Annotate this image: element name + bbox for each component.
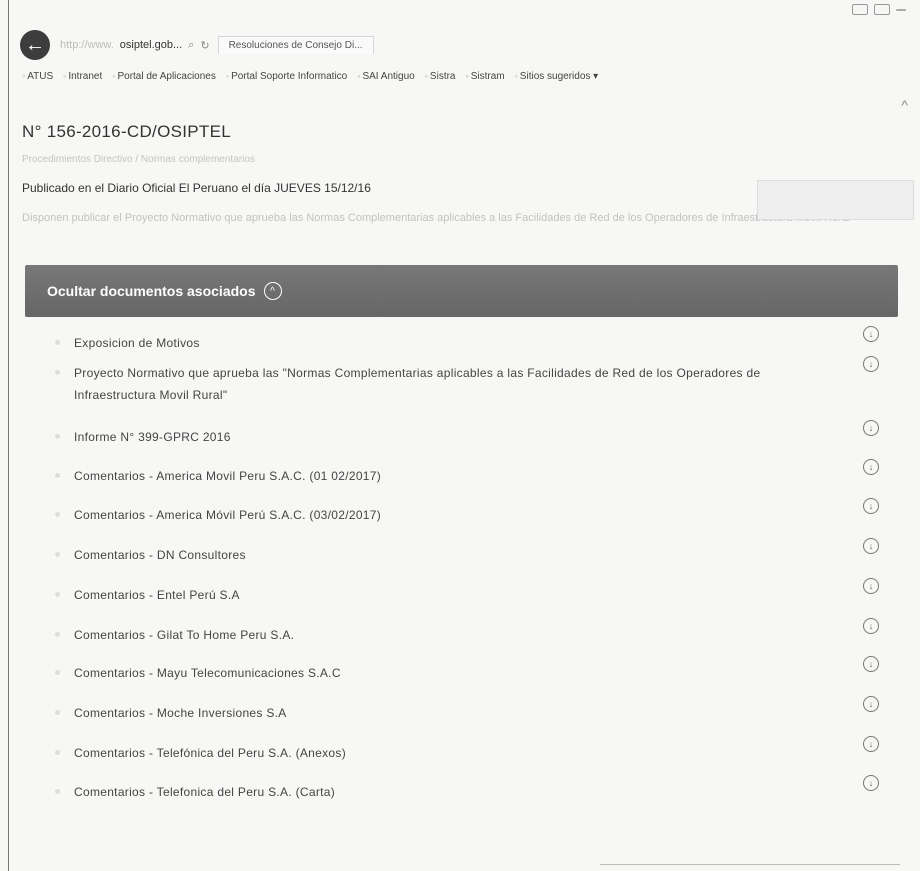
document-link[interactable]: Comentarios - Entel Perú S.A bbox=[74, 578, 794, 606]
bookmark-label: Sistra bbox=[429, 70, 456, 82]
bookmark-label: Sistram bbox=[470, 70, 505, 82]
download-icon[interactable]: ↓ bbox=[863, 618, 879, 634]
document-link[interactable]: Exposicion de Motivos bbox=[74, 326, 794, 354]
bookmark-icon: ◦ bbox=[514, 70, 518, 81]
hide-documents-toggle[interactable]: Ocultar documentos asociados ^ bbox=[25, 265, 898, 317]
document-item[interactable]: Comentarios - Gilat To Home Peru S.A. ↓ bbox=[55, 618, 885, 646]
bookmark-icon: ◦ bbox=[357, 70, 361, 81]
url-domain: osiptel.gob... bbox=[119, 39, 183, 51]
bookmark-item[interactable]: ◦ Portal de Aplicaciones bbox=[112, 71, 216, 82]
document-link[interactable]: Comentarios - DN Consultores bbox=[74, 538, 794, 566]
document-item[interactable]: Exposicion de Motivos ↓ bbox=[55, 326, 885, 354]
window-left-edge bbox=[8, 0, 9, 871]
back-arrow-icon[interactable]: ← bbox=[20, 30, 50, 60]
bookmark-item[interactable]: ◦ ATUS bbox=[22, 71, 53, 82]
bullet-icon bbox=[55, 670, 60, 675]
address-bar: ← http://www. osiptel.gob... ⌕ ↻ Resoluc… bbox=[20, 28, 540, 62]
bookmark-item[interactable]: ◦ SAI Antiguo bbox=[357, 71, 414, 82]
document-link[interactable]: Comentarios - Telefonica del Peru S.A. (… bbox=[74, 775, 794, 803]
document-link[interactable]: Comentarios - America Movil Peru S.A.C. … bbox=[74, 459, 794, 487]
window-bottom-edge bbox=[600, 864, 900, 865]
scroll-up-icon[interactable]: ^ bbox=[901, 97, 908, 113]
bullet-icon bbox=[55, 370, 60, 375]
bullet-icon bbox=[55, 512, 60, 517]
bullet-icon bbox=[55, 434, 60, 439]
browser-tab[interactable]: Resoluciones de Consejo Di... bbox=[217, 36, 374, 54]
faded-badge bbox=[757, 180, 914, 220]
download-icon[interactable]: ↓ bbox=[863, 696, 879, 712]
bookmark-icon: ◦ bbox=[22, 70, 26, 81]
bookmark-label: Sitios sugeridos ▾ bbox=[519, 70, 599, 82]
document-link[interactable]: Comentarios - Gilat To Home Peru S.A. bbox=[74, 618, 794, 646]
bookmark-label: Intranet bbox=[68, 70, 103, 82]
bullet-icon bbox=[55, 710, 60, 715]
bookmark-icon: ◦ bbox=[424, 70, 428, 81]
download-icon[interactable]: ↓ bbox=[863, 420, 879, 436]
document-item[interactable]: Comentarios - America Móvil Perú S.A.C. … bbox=[55, 498, 885, 526]
document-link[interactable]: Comentarios - Mayu Telecomunicaciones S.… bbox=[74, 656, 794, 684]
bullet-icon bbox=[55, 473, 60, 478]
bookmark-label: Portal Soporte Informatico bbox=[231, 70, 348, 82]
window-top-label bbox=[896, 8, 906, 11]
download-icon[interactable]: ↓ bbox=[863, 326, 879, 342]
download-icon[interactable]: ↓ bbox=[863, 356, 879, 372]
bullet-icon bbox=[55, 632, 60, 637]
bookmark-icon: ◦ bbox=[63, 70, 67, 81]
bookmark-item[interactable]: ◦ Portal Soporte Informatico bbox=[226, 71, 347, 82]
maximize-icon[interactable] bbox=[874, 4, 890, 15]
document-link[interactable]: Comentarios - Moche Inversiones S.A bbox=[74, 696, 794, 724]
bullet-icon bbox=[55, 789, 60, 794]
breadcrumb[interactable]: Procedimientos Directivo / Normas comple… bbox=[22, 154, 902, 165]
download-icon[interactable]: ↓ bbox=[863, 578, 879, 594]
document-item[interactable]: Comentarios - America Movil Peru S.A.C. … bbox=[55, 459, 885, 487]
document-link[interactable]: Comentarios - America Móvil Perú S.A.C. … bbox=[74, 498, 794, 526]
document-item[interactable]: Comentarios - Mayu Telecomunicaciones S.… bbox=[55, 656, 885, 684]
document-link[interactable]: Proyecto Normativo que aprueba las "Norm… bbox=[74, 356, 794, 406]
document-item[interactable]: Comentarios - Telefónica del Peru S.A. (… bbox=[55, 736, 885, 764]
document-item[interactable]: Informe N° 399-GPRC 2016 ↓ bbox=[55, 420, 885, 448]
document-item[interactable]: Comentarios - DN Consultores ↓ bbox=[55, 538, 885, 566]
refresh-icon[interactable]: ↻ bbox=[200, 39, 209, 52]
bullet-icon bbox=[55, 750, 60, 755]
bookmark-item[interactable]: ◦ Sistram bbox=[465, 71, 504, 82]
bookmark-icon: ◦ bbox=[112, 70, 116, 81]
bookmark-label: SAI Antiguo bbox=[362, 70, 415, 82]
main-content: N° 156-2016-CD/OSIPTEL Procedimientos Di… bbox=[22, 110, 914, 229]
download-icon[interactable]: ↓ bbox=[863, 498, 879, 514]
bookmark-icon: ◦ bbox=[225, 70, 230, 81]
document-item[interactable]: Comentarios - Entel Perú S.A ↓ bbox=[55, 578, 885, 606]
url-field[interactable]: http://www. osiptel.gob... ⌕ ↻ bbox=[60, 39, 210, 52]
chevron-up-icon: ^ bbox=[263, 282, 282, 300]
bookmark-item[interactable]: ◦ Sitios sugeridos ▾ bbox=[515, 71, 599, 82]
download-icon[interactable]: ↓ bbox=[863, 656, 879, 672]
download-icon[interactable]: ↓ bbox=[863, 736, 879, 752]
search-icon[interactable]: ⌕ bbox=[188, 39, 194, 52]
toggle-label: Ocultar documentos asociados bbox=[47, 283, 256, 299]
download-icon[interactable]: ↓ bbox=[863, 775, 879, 791]
document-link[interactable]: Comentarios - Telefónica del Peru S.A. (… bbox=[74, 736, 794, 764]
bookmark-label: ATUS bbox=[27, 70, 54, 82]
document-item[interactable]: Comentarios - Telefonica del Peru S.A. (… bbox=[55, 775, 885, 803]
document-item[interactable]: Comentarios - Moche Inversiones S.A ↓ bbox=[55, 696, 885, 724]
url-prefix: http://www. bbox=[60, 39, 114, 51]
bullet-icon bbox=[55, 340, 60, 345]
bookmark-item[interactable]: ◦ Sistra bbox=[425, 71, 456, 82]
window-controls bbox=[852, 4, 906, 15]
bullet-icon bbox=[55, 592, 60, 597]
download-icon[interactable]: ↓ bbox=[863, 538, 879, 554]
bookmark-item[interactable]: ◦ Intranet bbox=[63, 71, 102, 82]
download-icon[interactable]: ↓ bbox=[863, 459, 879, 475]
minimize-icon[interactable] bbox=[852, 4, 868, 15]
bookmark-label: Portal de Aplicaciones bbox=[117, 70, 216, 82]
bookmarks-bar: ◦ ATUS ◦ Intranet ◦ Portal de Aplicaciones ◦ Po… bbox=[22, 67, 902, 85]
bullet-icon bbox=[55, 552, 60, 557]
bookmark-icon: ◦ bbox=[465, 70, 469, 81]
document-link[interactable]: Informe N° 399-GPRC 2016 bbox=[74, 420, 794, 448]
page-title: N° 156-2016-CD/OSIPTEL bbox=[22, 122, 231, 141]
document-item[interactable]: Proyecto Normativo que aprueba las "Norm… bbox=[55, 356, 885, 406]
